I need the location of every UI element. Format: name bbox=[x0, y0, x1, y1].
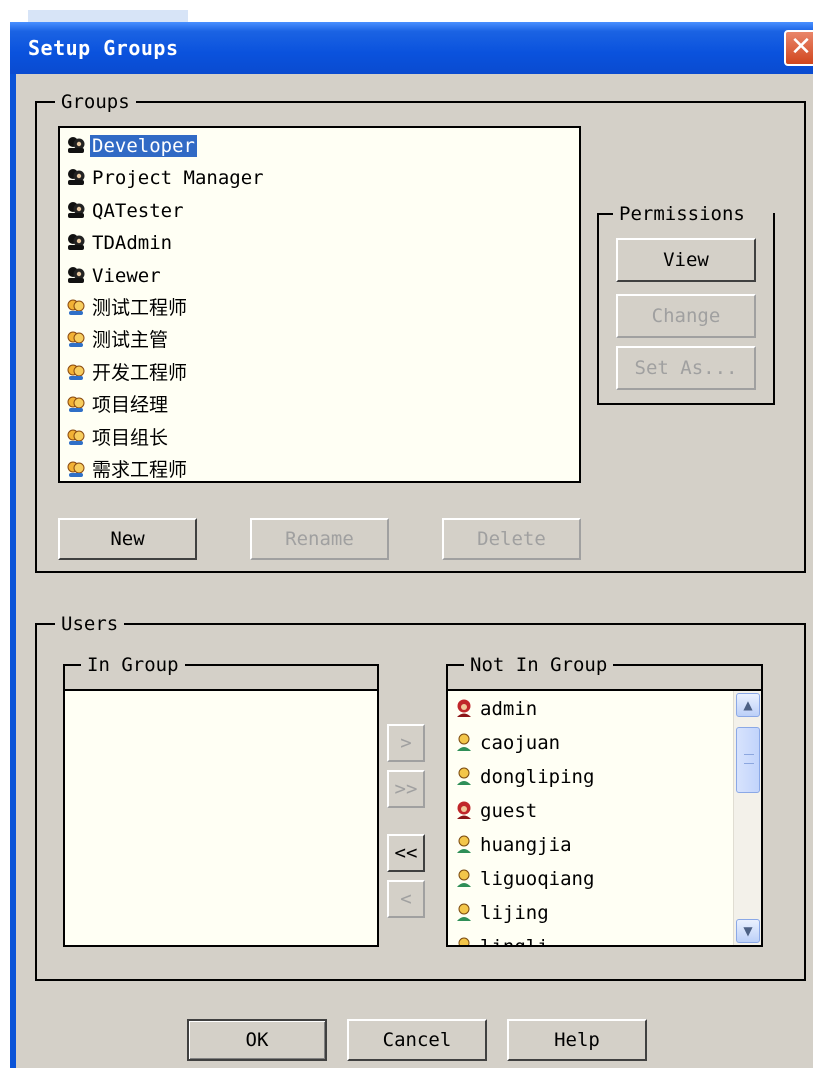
delete-group-button[interactable]: Delete bbox=[442, 518, 581, 560]
scroll-thumb[interactable] bbox=[736, 727, 760, 793]
list-item-label: Viewer bbox=[92, 264, 161, 287]
new-group-button[interactable]: New bbox=[58, 518, 197, 560]
list-item[interactable]: dongliping bbox=[454, 761, 596, 793]
not-in-group-legend: Not In Group bbox=[464, 654, 614, 676]
list-item[interactable]: Project Manager bbox=[66, 162, 266, 194]
admin-user-icon bbox=[454, 798, 474, 819]
add-all-users-button[interactable]: >> bbox=[387, 770, 425, 808]
list-item[interactable]: TDAdmin bbox=[66, 227, 174, 259]
list-item-label: 项目组长 bbox=[92, 426, 169, 449]
user-icon bbox=[454, 900, 474, 921]
list-item-label: Developer bbox=[90, 135, 197, 157]
not-in-group-scrollbar[interactable]: ▲ ▼ bbox=[733, 691, 761, 945]
list-item-label: 开发工程师 bbox=[92, 361, 188, 384]
custom-group-icon bbox=[66, 457, 86, 477]
list-item[interactable]: QATester bbox=[66, 195, 186, 227]
view-permissions-button[interactable]: View bbox=[616, 238, 756, 282]
close-icon[interactable]: ✕ bbox=[784, 30, 813, 66]
list-item[interactable]: 项目经理 bbox=[66, 389, 170, 421]
list-item[interactable]: 项目组长 bbox=[66, 422, 170, 454]
list-item-label: Project Manager bbox=[92, 167, 264, 190]
list-item[interactable]: 测试工程师 bbox=[66, 292, 189, 324]
list-item[interactable]: huangjia bbox=[454, 829, 574, 861]
list-item-label: caojuan bbox=[480, 732, 561, 754]
list-item[interactable]: liguoqiang bbox=[454, 863, 596, 895]
group-icon bbox=[66, 165, 86, 186]
groups-legend: Groups bbox=[55, 91, 136, 113]
help-button[interactable]: Help bbox=[507, 1019, 647, 1061]
remove-user-button[interactable]: < bbox=[387, 880, 425, 918]
list-item[interactable]: lingli bbox=[454, 931, 551, 947]
list-item[interactable]: 测试主管 bbox=[66, 324, 170, 356]
scroll-up-icon[interactable]: ▲ bbox=[736, 693, 760, 717]
user-icon bbox=[454, 764, 474, 785]
ok-button[interactable]: OK bbox=[187, 1019, 327, 1061]
custom-group-icon bbox=[66, 327, 86, 348]
custom-group-icon bbox=[66, 360, 86, 380]
list-item-label: 测试工程师 bbox=[92, 297, 188, 319]
background-tab bbox=[28, 10, 188, 22]
permissions-legend: Permissions bbox=[613, 203, 773, 225]
user-icon bbox=[454, 832, 474, 853]
list-item-label: dongliping bbox=[480, 766, 595, 788]
list-item[interactable]: guest bbox=[454, 795, 539, 827]
set-as-permissions-button[interactable]: Set As... bbox=[616, 346, 756, 390]
not-in-group-list[interactable]: admin caojuan dongliping guest huangjia liguo… bbox=[446, 689, 763, 947]
change-permissions-button[interactable]: Change bbox=[616, 294, 756, 338]
list-item-label: admin bbox=[480, 698, 538, 720]
list-item-label: TDAdmin bbox=[92, 232, 173, 255]
group-icon bbox=[66, 230, 86, 251]
cancel-button[interactable]: Cancel bbox=[347, 1019, 487, 1061]
group-icon bbox=[66, 198, 86, 218]
list-item-label: 项目经理 bbox=[92, 394, 169, 417]
users-legend: Users bbox=[55, 613, 125, 635]
custom-group-icon bbox=[66, 425, 86, 445]
dialog-title: Setup Groups bbox=[28, 36, 179, 60]
list-item[interactable]: Viewer bbox=[66, 260, 163, 292]
user-icon bbox=[454, 866, 474, 887]
list-item-label: liguoqiang bbox=[480, 868, 595, 890]
list-item-label: lingli bbox=[480, 936, 549, 947]
list-item[interactable]: 需求工程师 bbox=[66, 454, 189, 481]
user-icon bbox=[454, 730, 474, 751]
rename-group-button[interactable]: Rename bbox=[250, 518, 389, 560]
list-item-label: QATester bbox=[92, 199, 184, 222]
user-icon bbox=[454, 934, 474, 945]
list-item[interactable]: 开发工程师 bbox=[66, 357, 189, 389]
admin-user-icon bbox=[454, 696, 474, 717]
remove-all-users-button[interactable]: << bbox=[387, 834, 425, 872]
custom-group-icon bbox=[66, 295, 86, 315]
custom-group-icon bbox=[66, 392, 86, 413]
setup-groups-dialog: Setup Groups ✕ Groups Developer Project M… bbox=[10, 22, 813, 1068]
list-item-label: 测试主管 bbox=[92, 329, 169, 352]
list-item-label: lijing bbox=[480, 902, 549, 924]
scroll-down-icon[interactable]: ▼ bbox=[736, 919, 760, 943]
list-item[interactable]: Developer bbox=[66, 130, 197, 162]
list-item-label: guest bbox=[480, 800, 538, 822]
group-icon bbox=[66, 133, 86, 153]
dialog-body: Groups Developer Project Manager QATester T… bbox=[16, 74, 813, 1068]
groups-list[interactable]: Developer Project Manager QATester TDAdmin V… bbox=[58, 126, 581, 483]
list-item-label: huangjia bbox=[480, 834, 572, 856]
list-item-label: 需求工程师 bbox=[92, 459, 188, 481]
in-group-legend: In Group bbox=[81, 654, 185, 676]
list-item[interactable]: lijing bbox=[454, 897, 551, 929]
add-user-button[interactable]: > bbox=[387, 724, 425, 762]
title-bar[interactable]: Setup Groups ✕ bbox=[10, 22, 813, 74]
group-icon bbox=[66, 263, 86, 283]
background-strip bbox=[0, 0, 813, 22]
list-item[interactable]: admin bbox=[454, 693, 539, 725]
in-group-list[interactable] bbox=[63, 689, 379, 947]
list-item[interactable]: caojuan bbox=[454, 727, 562, 759]
